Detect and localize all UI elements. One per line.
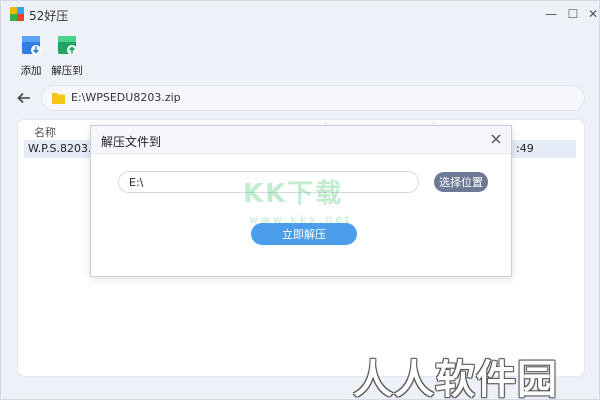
add-archive-icon <box>22 36 41 55</box>
watermark-site-logo: 人人软件园 <box>353 356 558 400</box>
add-button[interactable]: 添加 <box>13 33 49 78</box>
extract-now-button[interactable]: 立即解压 <box>251 223 357 245</box>
close-button[interactable]: ✕ <box>584 5 600 23</box>
app-window: 52好压 — ☐ ✕ 添加 解压到 E:\WPSEDU8203.zip 名称 W… <box>0 0 600 400</box>
back-arrow-icon[interactable] <box>15 89 33 107</box>
dialog-close-icon[interactable] <box>489 132 503 146</box>
watermark-url: www.kkx.net <box>249 213 353 226</box>
maximize-button[interactable]: ☐ <box>564 5 582 23</box>
file-time-cell: :49 <box>516 142 534 155</box>
extract-archive-icon <box>58 36 77 55</box>
path-text: E:\WPSEDU8203.zip <box>71 91 181 104</box>
folder-icon <box>52 93 65 104</box>
minimize-button[interactable]: — <box>542 5 560 23</box>
watermark-kk: KK下载 <box>243 179 344 209</box>
title-bar: 52好压 — ☐ ✕ <box>1 1 599 27</box>
extract-to-label: 解压到 <box>51 65 83 77</box>
dialog-header: 解压文件到 <box>91 126 511 154</box>
name-column-header[interactable]: 名称 <box>34 124 56 140</box>
extract-to-button[interactable]: 解压到 <box>49 33 85 78</box>
choose-location-button[interactable]: 选择位置 <box>434 172 488 192</box>
add-button-label: 添加 <box>20 65 42 77</box>
app-logo-icon <box>10 7 24 21</box>
dialog-title: 解压文件到 <box>101 135 162 149</box>
app-title: 52好压 <box>29 9 69 23</box>
path-bar[interactable]: E:\WPSEDU8203.zip <box>41 85 585 111</box>
